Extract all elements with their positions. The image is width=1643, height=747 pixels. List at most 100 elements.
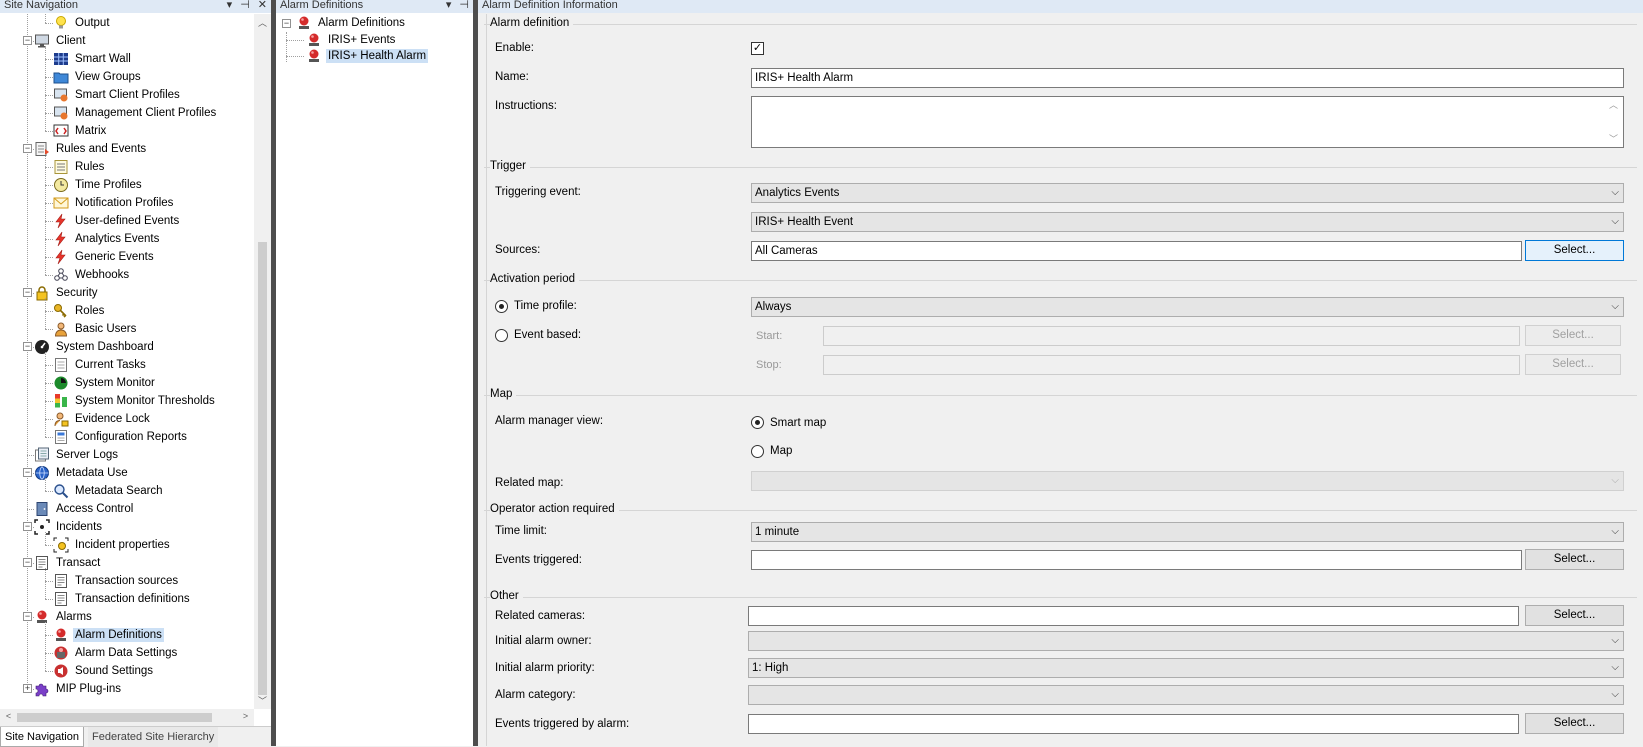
time-profile-select[interactable]: Always ⌵ <box>751 297 1624 317</box>
tree-item-sound-settings[interactable]: Sound Settings <box>53 662 155 680</box>
tree-expand-toggle-incidents[interactable]: − <box>23 522 32 531</box>
alarm-category-select[interactable]: ⌵ <box>748 685 1624 705</box>
receipt-icon <box>53 573 69 589</box>
events-triggered-by-alarm-select-button[interactable]: Select... <box>1525 713 1624 734</box>
tree-item-metadata-use[interactable]: Metadata Use <box>34 464 130 482</box>
enable-checkbox[interactable]: ✓ <box>751 42 764 55</box>
alarm-definition-item-iris-health-alarm[interactable]: IRIS+ Health Alarm <box>306 47 429 65</box>
scroll-up-arrow-icon[interactable]: ︿ <box>254 16 271 29</box>
scroll-down-arrow-icon[interactable]: ﹀ <box>254 694 271 707</box>
sound-icon <box>53 663 69 679</box>
tree-item-generic-events[interactable]: Generic Events <box>53 248 156 266</box>
tab-site-navigation[interactable]: Site Navigation <box>0 727 84 747</box>
site-tree-horizontal-scrollbar[interactable]: < > <box>0 709 254 726</box>
pane-menu-icon[interactable]: ▾ <box>227 0 233 11</box>
related-cameras-select-button[interactable]: Select... <box>1525 605 1624 626</box>
pin-icon[interactable]: ⊣ <box>240 0 250 11</box>
tree-item-server-logs[interactable]: Server Logs <box>34 446 120 464</box>
tree-item-webhooks[interactable]: Webhooks <box>53 266 131 284</box>
event-based-radio[interactable] <box>495 329 508 342</box>
alarm-icon <box>53 627 69 643</box>
tree-item-incident-properties[interactable]: Incident properties <box>53 536 172 554</box>
tree-expand-toggle-transact[interactable]: − <box>23 558 32 567</box>
instructions-textarea[interactable] <box>751 96 1624 148</box>
alarm-definitions-tree[interactable]: − Alarm Definitions IRIS+ Events IRIS+ H… <box>276 14 473 74</box>
tree-item-basic-users[interactable]: Basic Users <box>53 320 138 338</box>
tree-item-time-profiles[interactable]: Time Profiles <box>53 176 144 194</box>
tree-item-system-monitor-thresholds[interactable]: System Monitor Thresholds <box>53 392 217 410</box>
tree-item-management-client-profiles[interactable]: Management Client Profiles <box>53 104 218 122</box>
time-limit-select[interactable]: 1 minute ⌵ <box>751 522 1624 542</box>
tree-item-metadata-search[interactable]: Metadata Search <box>53 482 165 500</box>
tree-item-roles[interactable]: Roles <box>53 302 106 320</box>
initial-alarm-owner-select[interactable]: ⌵ <box>748 631 1624 651</box>
triggering-subevent-select[interactable]: IRIS+ Health Event ⌵ <box>751 212 1624 232</box>
map-radio[interactable] <box>751 445 764 458</box>
tree-item-client[interactable]: Client <box>34 32 87 50</box>
tab-federated-site-hierarchy[interactable]: Federated Site Hierarchy <box>88 727 219 747</box>
triggering-event-label: Triggering event: <box>495 186 581 198</box>
instructions-scroll-down-icon[interactable]: ﹀ <box>1609 132 1618 145</box>
tree-expand-toggle-metadata-use[interactable]: − <box>23 468 32 477</box>
puzzle-icon <box>34 681 50 697</box>
tree-expand-toggle-mip-plug-ins[interactable]: + <box>23 684 32 693</box>
tree-item-alarm-data-settings[interactable]: Alarm Data Settings <box>53 644 179 662</box>
tree-expand-toggle-rules-and-events[interactable]: − <box>23 144 32 153</box>
smart-map-radio[interactable] <box>751 416 764 429</box>
tree-item-label: Smart Client Profiles <box>75 89 180 101</box>
tree-item-rules-and-events[interactable]: Rules and Events <box>34 140 148 158</box>
events-triggered-input[interactable] <box>751 550 1522 570</box>
sources-select-button[interactable]: Select... <box>1525 240 1624 261</box>
hscroll-thumb[interactable] <box>17 713 212 722</box>
tree-item-alarms[interactable]: Alarms <box>34 608 94 626</box>
tree-item-smart-client-profiles[interactable]: Smart Client Profiles <box>53 86 182 104</box>
tree-item-security[interactable]: Security <box>34 284 100 302</box>
tree-item-smart-wall[interactable]: Smart Wall <box>53 50 133 68</box>
tree-item-access-control[interactable]: Access Control <box>34 500 135 518</box>
tree-item-label: System Dashboard <box>56 341 154 353</box>
tree-expand-toggle-system-dashboard[interactable]: − <box>23 342 32 351</box>
tree-item-analytics-events[interactable]: Analytics Events <box>53 230 161 248</box>
tree-item-system-monitor[interactable]: System Monitor <box>53 374 157 392</box>
tree-item-view-groups[interactable]: View Groups <box>53 68 143 86</box>
sources-input[interactable]: All Cameras <box>751 241 1522 261</box>
tree-item-output[interactable]: Output <box>53 14 112 32</box>
tree-expand-toggle-security[interactable]: − <box>23 288 32 297</box>
tree-item-alarm-definitions[interactable]: Alarm Definitions <box>53 626 164 644</box>
name-input[interactable]: IRIS+ Health Alarm <box>751 68 1624 88</box>
tree-item-matrix[interactable]: Matrix <box>53 122 108 140</box>
tree-expand-toggle-alarms[interactable]: − <box>23 612 32 621</box>
tree-item-user-defined-events[interactable]: User-defined Events <box>53 212 181 230</box>
scroll-right-arrow-icon[interactable]: > <box>237 711 254 721</box>
triggering-event-select[interactable]: Analytics Events ⌵ <box>751 183 1624 203</box>
site-navigation-tree[interactable]: Output Client − Smart Wall View Groups Smart … <box>0 14 254 709</box>
tree-item-system-dashboard[interactable]: System Dashboard <box>34 338 156 356</box>
related-cameras-input[interactable] <box>748 606 1519 626</box>
tree-item-transaction-sources[interactable]: Transaction sources <box>53 572 180 590</box>
tree-item-mip-plug-ins[interactable]: MIP Plug-ins <box>34 680 123 698</box>
start-select-button: Select... <box>1525 325 1621 346</box>
tree-expand-toggle-client[interactable]: − <box>23 36 32 45</box>
time-profile-radio[interactable] <box>495 300 508 313</box>
pane-menu-icon[interactable]: ▾ <box>446 0 452 11</box>
alarm-definitions-title-bar: Alarm Definitions ▾ ⊣ <box>276 0 473 13</box>
instructions-scroll-up-icon[interactable]: ︿ <box>1609 98 1618 111</box>
site-navigation-pane: Site Navigation ▾ ⊣ ✕ Output Client − Smart… <box>0 0 271 746</box>
close-icon[interactable]: ✕ <box>258 0 267 11</box>
tree-item-rules[interactable]: Rules <box>53 158 106 176</box>
alarm-root-collapse-toggle[interactable]: − <box>282 19 291 28</box>
tree-item-evidence-lock[interactable]: Evidence Lock <box>53 410 152 428</box>
pin-icon[interactable]: ⊣ <box>459 0 469 11</box>
alarm-definitions-root[interactable]: Alarm Definitions <box>296 14 407 32</box>
tree-item-configuration-reports[interactable]: Configuration Reports <box>53 428 189 446</box>
tree-item-current-tasks[interactable]: Current Tasks <box>53 356 148 374</box>
scroll-thumb[interactable] <box>258 242 267 695</box>
search-icon <box>53 483 69 499</box>
tree-item-transaction-definitions[interactable]: Transaction definitions <box>53 590 192 608</box>
events-triggered-by-alarm-input[interactable] <box>748 714 1519 734</box>
tree-item-notification-profiles[interactable]: Notification Profiles <box>53 194 175 212</box>
initial-alarm-priority-select[interactable]: 1: High ⌵ <box>748 658 1624 678</box>
scroll-left-arrow-icon[interactable]: < <box>0 711 17 721</box>
events-triggered-select-button[interactable]: Select... <box>1525 549 1624 570</box>
site-tree-vertical-scrollbar[interactable]: ︿ ﹀ <box>254 14 271 709</box>
